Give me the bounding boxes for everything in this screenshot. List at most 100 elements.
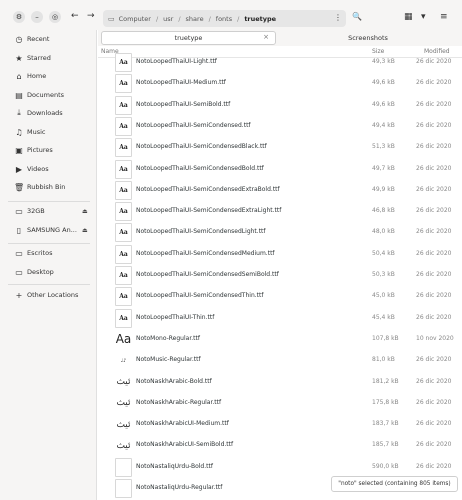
- music-icon: ♫: [15, 127, 23, 137]
- header-bar: ⚙ – ◎ ← → ▭ Computer / usr / share / fon…: [0, 0, 462, 30]
- file-modified: 26 dic 2020: [416, 271, 452, 278]
- back-button[interactable]: ←: [71, 11, 79, 21]
- file-row[interactable]: Aa NotoLoopedThaiUI-SemiCondensedExtraBol…: [98, 180, 462, 201]
- file-row[interactable]: ئيث NotoNaskhArabicUI-SemiBold.ttf 185,7 k…: [98, 435, 462, 456]
- tab-truetype[interactable]: truetype ×: [101, 31, 276, 45]
- font-file-icon: ♩♪: [115, 351, 132, 371]
- tab-screenshots[interactable]: Screenshots: [278, 31, 458, 45]
- file-modified: 26 dic 2020: [416, 420, 452, 428]
- sidebar-item-home[interactable]: ⌂ Home: [0, 68, 97, 84]
- sidebar-item-samsung[interactable]: ▯ SAMSUNG An... ⏏: [0, 222, 97, 238]
- search-icon[interactable]: 🔍: [352, 12, 362, 21]
- file-name: NotoLoopedThaiUI-SemiCondensedLight.ttf: [136, 228, 266, 236]
- font-file-icon: Aa: [115, 329, 132, 349]
- sidebar-item-label: SAMSUNG An...: [27, 226, 77, 234]
- sidebar-item-32gb[interactable]: ▭ 32GB ⏏: [0, 203, 97, 219]
- close-icon[interactable]: ×: [263, 33, 269, 41]
- chevron-down-icon[interactable]: ▾: [421, 12, 426, 22]
- file-size: 175,8 kB: [372, 398, 399, 406]
- breadcrumb-share[interactable]: share: [186, 15, 204, 23]
- file-name: NotoLoopedThaiUI-SemiCondensedSemiBold.t…: [136, 271, 279, 278]
- breadcrumb-computer[interactable]: Computer: [119, 15, 151, 23]
- minimize-icon[interactable]: –: [31, 11, 43, 23]
- forward-button[interactable]: →: [87, 11, 95, 21]
- path-menu-icon[interactable]: ⋮: [334, 13, 342, 22]
- sidebar-item-downloads[interactable]: ⤓ Downloads: [0, 105, 97, 121]
- document-icon: ▤: [15, 90, 23, 100]
- breadcrumb-separator: /: [237, 14, 240, 23]
- file-size: 49,9 kB: [372, 185, 395, 193]
- sidebar-item-rubbish-bin[interactable]: 🗑 Rubbish Bin: [0, 179, 97, 195]
- eject-icon[interactable]: ⏏: [82, 227, 88, 234]
- file-size: 81,0 kB: [372, 356, 395, 364]
- file-row[interactable]: Aa NotoLoopedThaiUI-SemiBold.ttf 49,6 kB 26…: [98, 95, 462, 116]
- file-row[interactable]: Aa NotoLoopedThaiUI-SemiCondensed.ttf 49,4…: [98, 116, 462, 137]
- file-name: NotoLoopedThaiUI-SemiCondensedBold.ttf: [136, 164, 264, 172]
- file-row[interactable]: Aa NotoLoopedThaiUI-SemiCondensedLight.tt…: [98, 222, 462, 243]
- sidebar-item-label: 32GB: [27, 207, 45, 215]
- file-row[interactable]: ئيث NotoNaskhArabic-Bold.ttf 181,2 kB 26 di…: [98, 372, 462, 393]
- file-name: NotoLoopedThaiUI-SemiBold.ttf: [136, 100, 231, 108]
- font-file-icon: Aa: [115, 180, 132, 200]
- file-row[interactable]: Aa NotoLoopedThaiUI-Light.ttf 49,3 kB 26 di…: [98, 52, 462, 73]
- sidebar-item-label: Music: [27, 128, 46, 136]
- file-modified: 26 dic 2020: [416, 100, 452, 108]
- file-modified: 26 dic 2020: [416, 377, 452, 385]
- sidebar-item-label: Documents: [27, 91, 65, 99]
- breadcrumb-usr[interactable]: usr: [163, 15, 173, 23]
- file-name: NotoMusic-Regular.ttf: [136, 356, 201, 364]
- sidebar-item-recent[interactable]: ◷ Recent: [0, 31, 97, 47]
- sidebar-item-music[interactable]: ♫ Music: [0, 124, 97, 140]
- sidebar-item-label: Starred: [27, 54, 51, 62]
- sidebar-item-documents[interactable]: ▤ Documents: [0, 87, 97, 103]
- sidebar-divider: [8, 243, 90, 244]
- file-row[interactable]: Aa NotoLoopedThaiUI-SemiCondensedSemiBold…: [98, 265, 462, 286]
- file-row[interactable]: ئيث NotoNaskhArabic-Regular.ttf 175,8 kB 26…: [98, 393, 462, 414]
- breadcrumb-truetype[interactable]: truetype: [244, 15, 276, 23]
- file-size: 49,3 kB: [372, 58, 395, 65]
- sidebar-divider: [8, 201, 90, 202]
- file-row[interactable]: Aa NotoLoopedThaiUI-SemiCondensedBlack.tt…: [98, 137, 462, 158]
- file-row[interactable]: ئيث NotoNaskhArabicUI-Medium.ttf 183,7 kB 2…: [98, 414, 462, 435]
- file-size: 183,7 kB: [372, 420, 399, 428]
- file-size: 45,4 kB: [372, 313, 395, 321]
- restore-icon[interactable]: ◎: [49, 11, 61, 23]
- sidebar-item-starred[interactable]: ★ Starred: [0, 50, 97, 66]
- sidebar-item-label: Home: [27, 72, 47, 80]
- download-icon: ⤓: [17, 108, 21, 117]
- hamburger-menu-icon[interactable]: ≡: [440, 12, 448, 22]
- file-row[interactable]: Aa NotoLoopedThaiUI-SemiCondensedMedium.t…: [98, 244, 462, 265]
- breadcrumb-fonts[interactable]: fonts: [216, 15, 232, 23]
- phone-icon: ▯: [16, 225, 22, 235]
- sidebar-item-desktop[interactable]: ▭ Desktop: [0, 264, 97, 280]
- eject-icon[interactable]: ⏏: [82, 208, 88, 215]
- sidebar-item-label: Videos: [27, 165, 49, 173]
- sidebar-item-pictures[interactable]: ▣ Pictures: [0, 142, 97, 158]
- file-row[interactable]: NotoNastaliqUrdu-Bold.ttf 590,0 kB 26 dic …: [98, 457, 462, 478]
- breadcrumb-separator: /: [208, 14, 211, 23]
- file-modified: 26 dic 2020: [416, 441, 452, 449]
- file-row[interactable]: Aa NotoLoopedThaiUI-SemiCondensedBold.ttf…: [98, 159, 462, 180]
- sidebar-item-other-locations[interactable]: + Other Locations: [0, 287, 97, 303]
- file-row[interactable]: Aa NotoLoopedThaiUI-Thin.ttf 45,4 kB 26 dic…: [98, 308, 462, 329]
- grid-view-icon[interactable]: ▦: [404, 12, 413, 22]
- file-row[interactable]: ♩♪ NotoMusic-Regular.ttf 81,0 kB 26 dic 202…: [98, 350, 462, 371]
- file-modified: 26 dic 2020: [416, 228, 452, 236]
- file-row[interactable]: Aa NotoMono-Regular.ttf 107,8 kB 10 nov 202…: [98, 329, 462, 350]
- font-file-icon: Aa: [115, 244, 132, 264]
- file-row[interactable]: Aa NotoLoopedThaiUI-SemiCondensedThin.ttf…: [98, 286, 462, 307]
- sidebar-item-videos[interactable]: ▶ Videos: [0, 161, 97, 177]
- file-size: 51,3 kB: [372, 143, 395, 151]
- settings-icon[interactable]: ⚙: [13, 11, 25, 23]
- file-row[interactable]: Aa NotoLoopedThaiUI-Medium.ttf 49,6 kB 26 d…: [98, 73, 462, 94]
- sidebar-item-label: Other Locations: [27, 291, 79, 299]
- path-bar[interactable]: ▭ Computer / usr / share / fonts / truet…: [103, 10, 346, 27]
- font-file-icon: [115, 457, 132, 477]
- file-modified: 26 dic 2020: [416, 143, 452, 151]
- file-row[interactable]: Aa NotoLoopedThaiUI-SemiCondensedExtraLig…: [98, 201, 462, 222]
- sidebar: ◷ Recent ★ Starred ⌂ Home ▤ Documents ⤓ …: [0, 30, 97, 500]
- sidebar-item-escritos[interactable]: ▭ Escritos: [0, 245, 97, 261]
- file-size: 107,8 kB: [372, 334, 399, 342]
- file-modified: 26 dic 2020: [416, 185, 452, 193]
- font-file-icon: ئيث: [115, 415, 132, 435]
